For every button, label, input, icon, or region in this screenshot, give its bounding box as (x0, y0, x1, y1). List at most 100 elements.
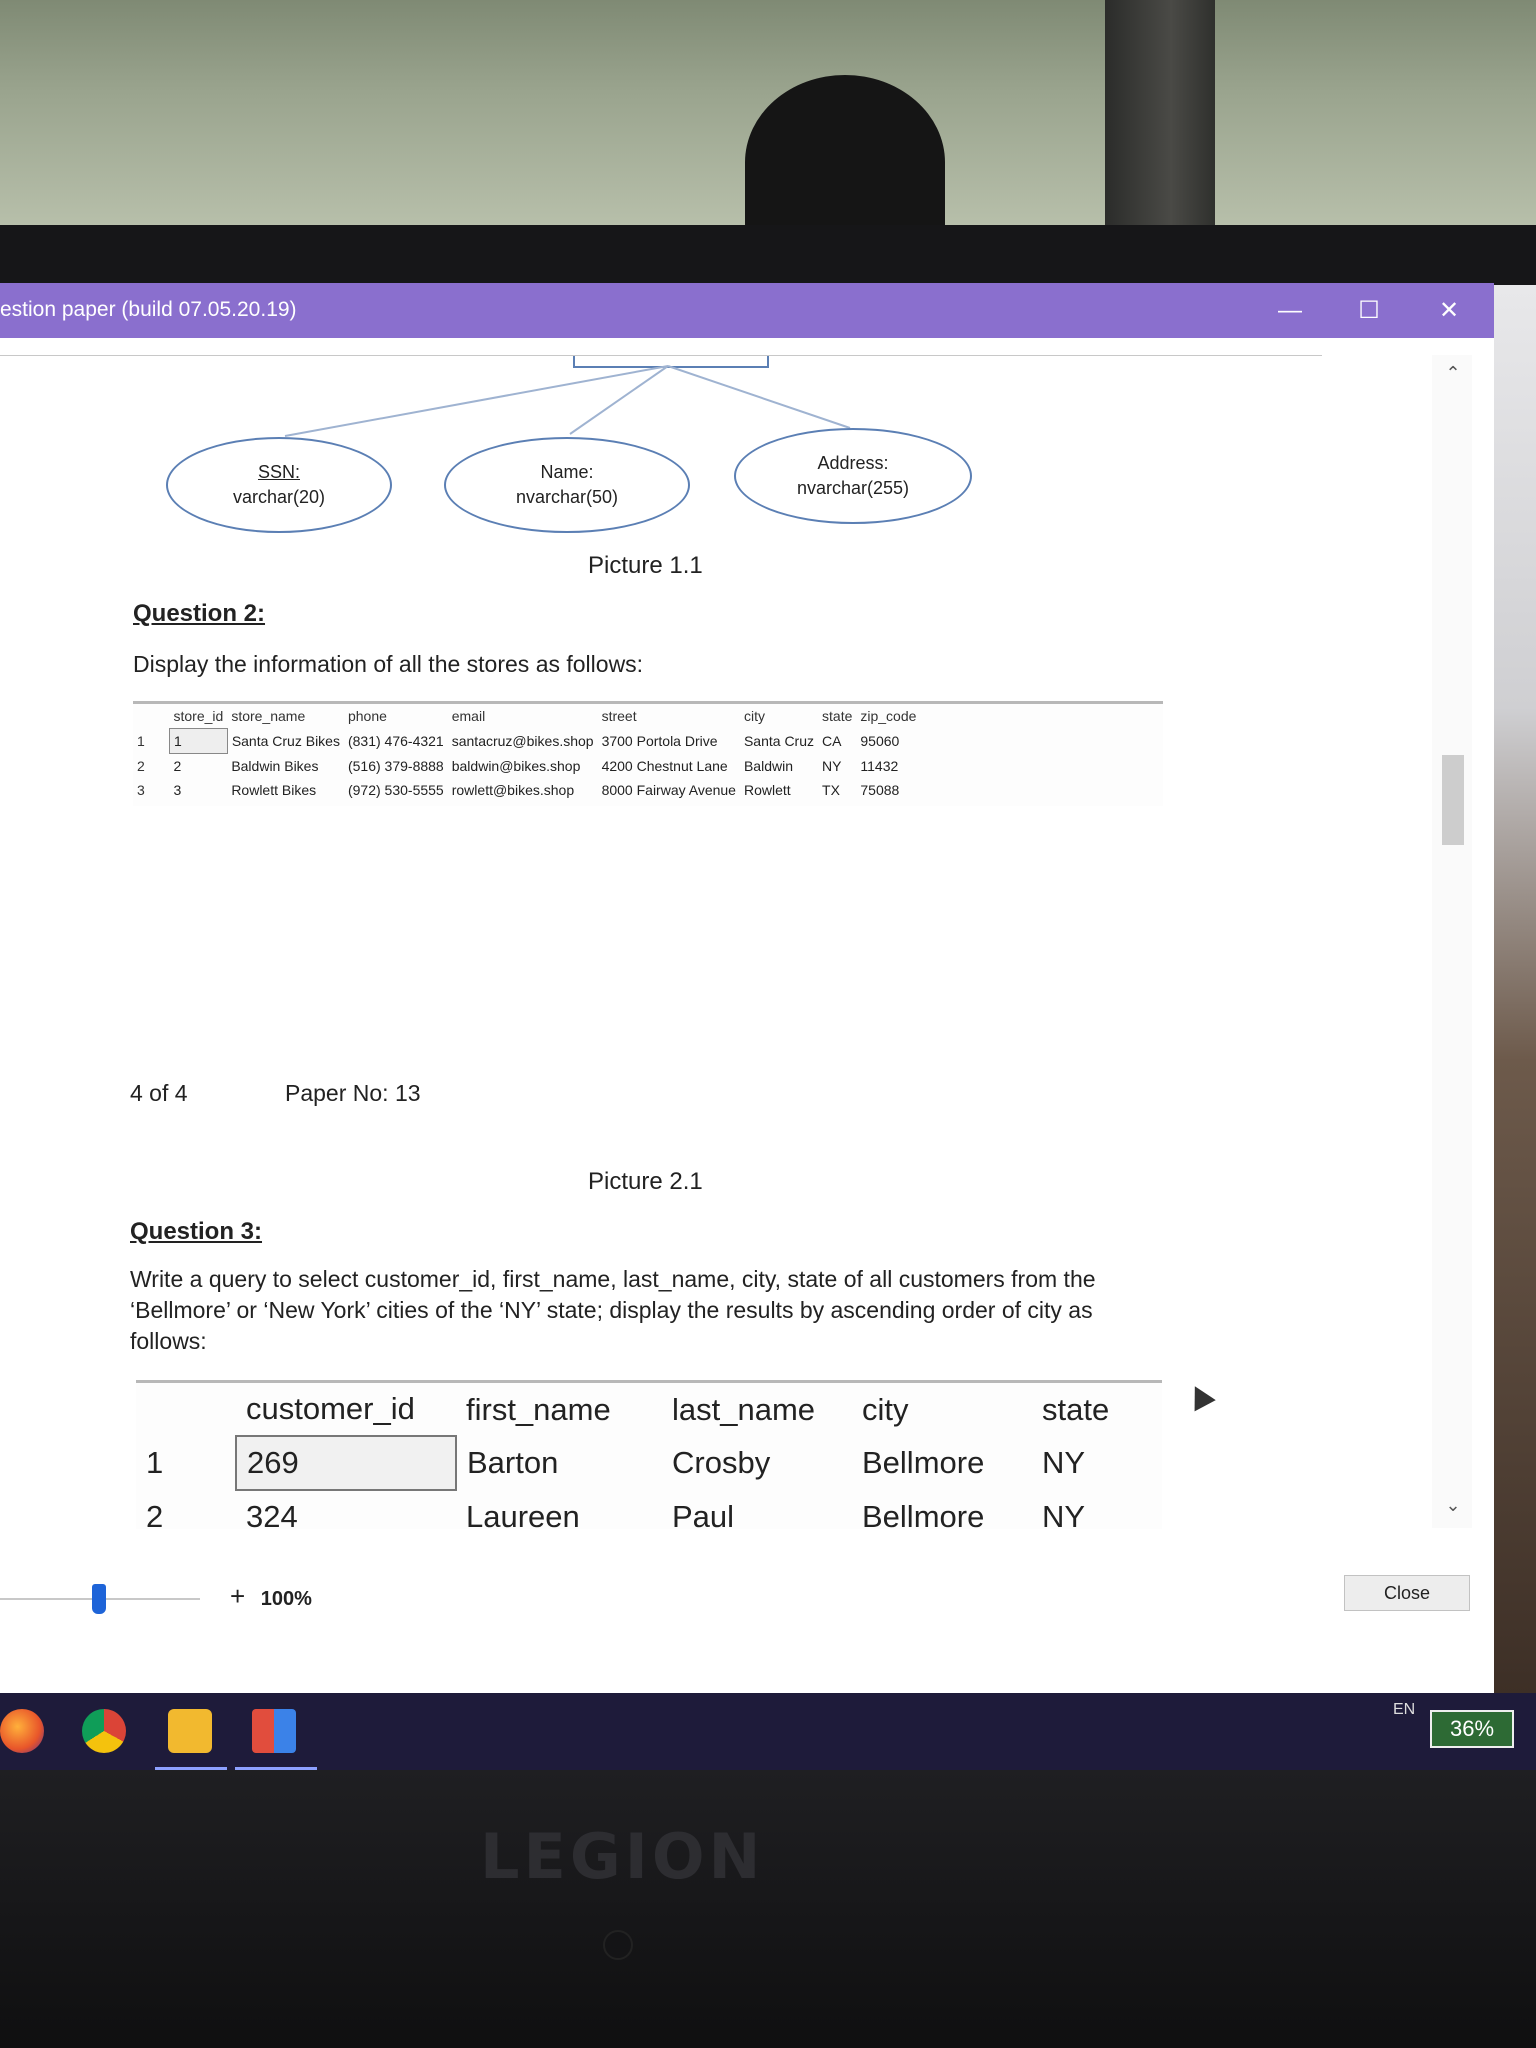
windows-app-icon[interactable] (252, 1709, 296, 1753)
table-row: 1 1 Santa Cruz Bikes (831) 476-4321 sant… (133, 728, 920, 754)
zoom-level: 100% (260, 1588, 312, 1610)
column-header: phone (347, 708, 387, 725)
chrome-icon[interactable] (82, 1709, 126, 1753)
firefox-icon[interactable] (0, 1709, 44, 1753)
column-header: customer_id (246, 1391, 415, 1426)
paper-number: Paper No: 13 (285, 1080, 421, 1106)
table-cell: TX (822, 782, 840, 798)
language-indicator[interactable]: EN (1393, 1701, 1415, 1719)
page-indicator: 4 of 4 (130, 1080, 188, 1106)
table-cell: Bellmore (862, 1445, 985, 1480)
window-title: estion paper (build 07.05.20.19) (0, 298, 297, 321)
row-number: 2 (146, 1498, 164, 1530)
table-cell: 8000 Fairway Avenue (601, 782, 736, 798)
app-window: estion paper (build 07.05.20.19) — ☐ ✕ S… (0, 283, 1494, 1693)
minimize-button[interactable]: — (1255, 283, 1325, 338)
table-cell: 324 (246, 1499, 298, 1529)
close-icon: ✕ (1438, 297, 1460, 324)
column-header: state (822, 708, 853, 725)
table-cell: baldwin@bikes.shop (451, 757, 581, 774)
monitor-bezel-top (0, 225, 1536, 285)
exam-app-icon[interactable] (168, 1709, 212, 1753)
table-cell: 1 (169, 728, 228, 754)
column-header: city (862, 1391, 909, 1427)
table-cell: (831) 476-4321 (347, 733, 444, 749)
table-cell: Laureen (466, 1498, 580, 1530)
column-header: store_id (173, 708, 224, 724)
row-number-header (133, 704, 170, 729)
column-header: store_name (231, 708, 306, 725)
taskbar: EN 36% (0, 1693, 1536, 1770)
table-row: 2 2 Baldwin Bikes (516) 379-8888 baldwin… (133, 754, 920, 779)
document-view[interactable]: SSN: varchar(20) Name: nvarchar(50) Addr… (0, 355, 1322, 1529)
maximize-button[interactable]: ☐ (1334, 283, 1404, 338)
attribute-address: Address: nvarchar(255) (734, 428, 972, 524)
column-header: zip_code (860, 708, 917, 725)
maximize-icon: ☐ (1358, 297, 1380, 324)
table-cell: NY (1042, 1445, 1086, 1480)
table-cell: Baldwin Bikes (231, 757, 319, 774)
table-cell: 3 (173, 782, 182, 798)
brand-logo: LEGION (480, 1820, 765, 1893)
attribute-ssn: SSN: varchar(20) (166, 437, 392, 533)
table-cell: Baldwin (743, 757, 793, 774)
table-row: 2 324 Laureen Paul Bellmore NY (136, 1490, 1119, 1530)
scroll-up-icon[interactable]: ⌃ (1438, 363, 1468, 384)
table-cell: NY (1042, 1498, 1086, 1530)
table-cell: Barton (467, 1445, 559, 1480)
column-header: last_name (672, 1391, 816, 1427)
row-number-header (136, 1383, 236, 1436)
attribute-name-field: Name: nvarchar(50) (444, 437, 690, 533)
table-cell: (516) 379-8888 (347, 757, 444, 774)
monitor-bezel-bottom (0, 1770, 1536, 2048)
battery-indicator[interactable]: 36% (1430, 1710, 1514, 1748)
picture-caption: Picture 2.1 (588, 1168, 703, 1195)
table-cell: (972) 530-5555 (347, 782, 444, 798)
column-header: city (743, 708, 765, 725)
attribute-name: Name: (540, 462, 594, 482)
column-header: state (1042, 1391, 1110, 1427)
zoom-in-button[interactable]: + (230, 1581, 245, 1611)
close-window-button[interactable]: ✕ (1414, 283, 1484, 338)
customers-result-table: customer_id first_name last_name city st… (136, 1380, 1162, 1529)
picture-caption: Picture 1.1 (588, 552, 703, 579)
close-button[interactable]: Close (1344, 1575, 1470, 1611)
table-cell: 4200 Chestnut Lane (601, 757, 728, 774)
row-number: 2 (137, 757, 145, 774)
minimize-icon: — (1278, 296, 1302, 324)
background-door (1105, 0, 1215, 230)
attribute-type: nvarchar(255) (796, 478, 910, 498)
row-number: 3 (137, 782, 145, 798)
title-bar: estion paper (build 07.05.20.19) — ☐ ✕ (0, 283, 1494, 338)
background-desk (1494, 285, 1536, 1695)
table-cell: Santa Cruz (743, 733, 815, 749)
table-cell: santacruz@bikes.shop (451, 733, 594, 749)
table-cell: 3700 Portola Drive (601, 733, 718, 749)
table-cell: 269 (235, 1435, 457, 1491)
zoom-control: + 100% (230, 1581, 312, 1612)
column-header: email (451, 708, 486, 725)
question-text: Display the information of all the store… (133, 651, 644, 677)
table-cell: 2 (173, 758, 182, 774)
table-cell: Paul (672, 1498, 735, 1530)
table-cell: rowlett@bikes.shop (451, 782, 575, 798)
table-row: 1 269 Barton Crosby Bellmore NY (136, 1435, 1119, 1491)
attribute-name: SSN: (257, 462, 300, 482)
table-cell: Santa Cruz Bikes (231, 733, 340, 749)
person-head (745, 75, 945, 250)
table-row: 3 3 Rowlett Bikes (972) 530-5555 rowlett… (133, 778, 920, 802)
column-header: street (601, 708, 637, 725)
scrollbar-thumb[interactable] (1442, 755, 1464, 845)
table-cell: CA (822, 733, 842, 749)
question-text: Write a query to select customer_id, fir… (130, 1266, 1096, 1354)
zoom-slider-thumb[interactable] (92, 1584, 106, 1614)
table-cell: 11432 (860, 757, 899, 774)
scroll-down-icon[interactable]: ⌄ (1438, 1495, 1468, 1516)
attribute-type: varchar(20) (232, 487, 326, 507)
question-heading: Question 3: (130, 1218, 263, 1245)
question-heading: Question 2: (133, 600, 266, 627)
table-cell: Rowlett Bikes (231, 782, 317, 798)
table-cell: 75088 (860, 782, 900, 798)
column-header: first_name (466, 1391, 611, 1427)
vertical-scrollbar[interactable]: ⌃ ⌄ (1432, 355, 1472, 1528)
